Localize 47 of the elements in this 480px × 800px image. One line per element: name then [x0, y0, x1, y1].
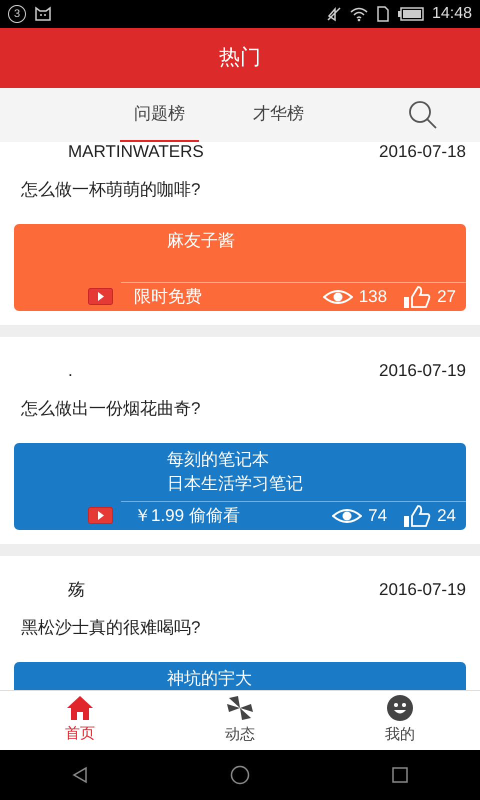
card-title: 每刻的笔记本 [167, 449, 270, 471]
recents-icon[interactable] [391, 766, 410, 784]
clock-time: 14:48 [432, 4, 472, 24]
pinwheel-icon [225, 694, 255, 722]
home-circle-icon[interactable] [230, 765, 250, 785]
mute-icon [326, 6, 342, 22]
eye-icon [322, 289, 353, 305]
username[interactable]: 殇 [68, 577, 85, 603]
like-count: 27 [437, 286, 456, 308]
tab[interactable]: 问题榜 [120, 88, 199, 142]
question-text[interactable]: 怎么做一杯萌萌的咖啡? [21, 177, 200, 203]
play-icon [88, 288, 113, 305]
answer-card[interactable]: 神坑的宇大 [14, 662, 466, 690]
post-date: 2016-07-19 [379, 360, 466, 382]
back-icon[interactable] [70, 766, 89, 784]
thumbs-up-icon [403, 285, 432, 309]
nav-tab[interactable]: 首页 [0, 691, 160, 750]
view-count: 138 [358, 286, 388, 308]
question-text[interactable]: 怎么做出一份烟花曲奇? [21, 396, 200, 422]
card-title: 麻友子酱 [167, 230, 236, 252]
smiley-icon [386, 694, 414, 722]
nav-tab[interactable]: 我的 [320, 691, 480, 750]
tab[interactable]: 才华榜 [239, 88, 318, 142]
username[interactable]: MARTINWATERS [68, 142, 204, 165]
answer-card[interactable]: 每刻的笔记本 日本生活学习笔记 ￥1.99 偷偷看 74 24 [14, 443, 466, 530]
post-date: 2016-07-18 [379, 142, 466, 164]
page-title: 热门 [219, 45, 261, 72]
play-icon [88, 507, 113, 524]
house-icon [66, 695, 94, 722]
thumbs-up-icon [403, 504, 432, 528]
notification-count: 3 [8, 5, 26, 23]
username[interactable]: . [68, 358, 73, 384]
search-icon[interactable] [408, 100, 438, 130]
view-count: 74 [368, 505, 388, 528]
battery-icon [398, 7, 424, 21]
like-count: 24 [437, 505, 456, 528]
post-date: 2016-07-19 [379, 579, 466, 602]
card-title: 神坑的宇大 [167, 668, 253, 690]
sim-icon [376, 6, 390, 22]
eye-icon [332, 508, 362, 524]
question-text[interactable]: 黑松沙士真的很难喝吗? [21, 615, 200, 641]
nav-tab[interactable]: 动态 [160, 691, 320, 750]
wifi-icon [350, 6, 368, 22]
price-label: ￥1.99 偷偷看 [134, 505, 241, 528]
card-title: 日本生活学习笔记 [167, 473, 304, 495]
cat-icon [34, 6, 52, 22]
price-label: 限时免费 [134, 286, 203, 308]
